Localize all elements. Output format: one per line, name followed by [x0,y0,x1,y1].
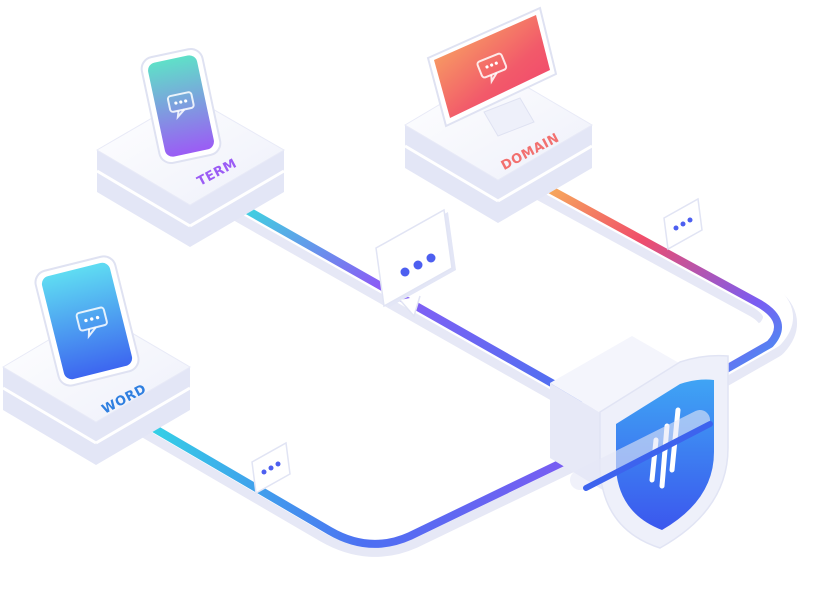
network-diagram: TERM DOMAIN WORD [2,6,797,557]
security-gateway [550,336,729,549]
pipe-word [131,399,599,557]
